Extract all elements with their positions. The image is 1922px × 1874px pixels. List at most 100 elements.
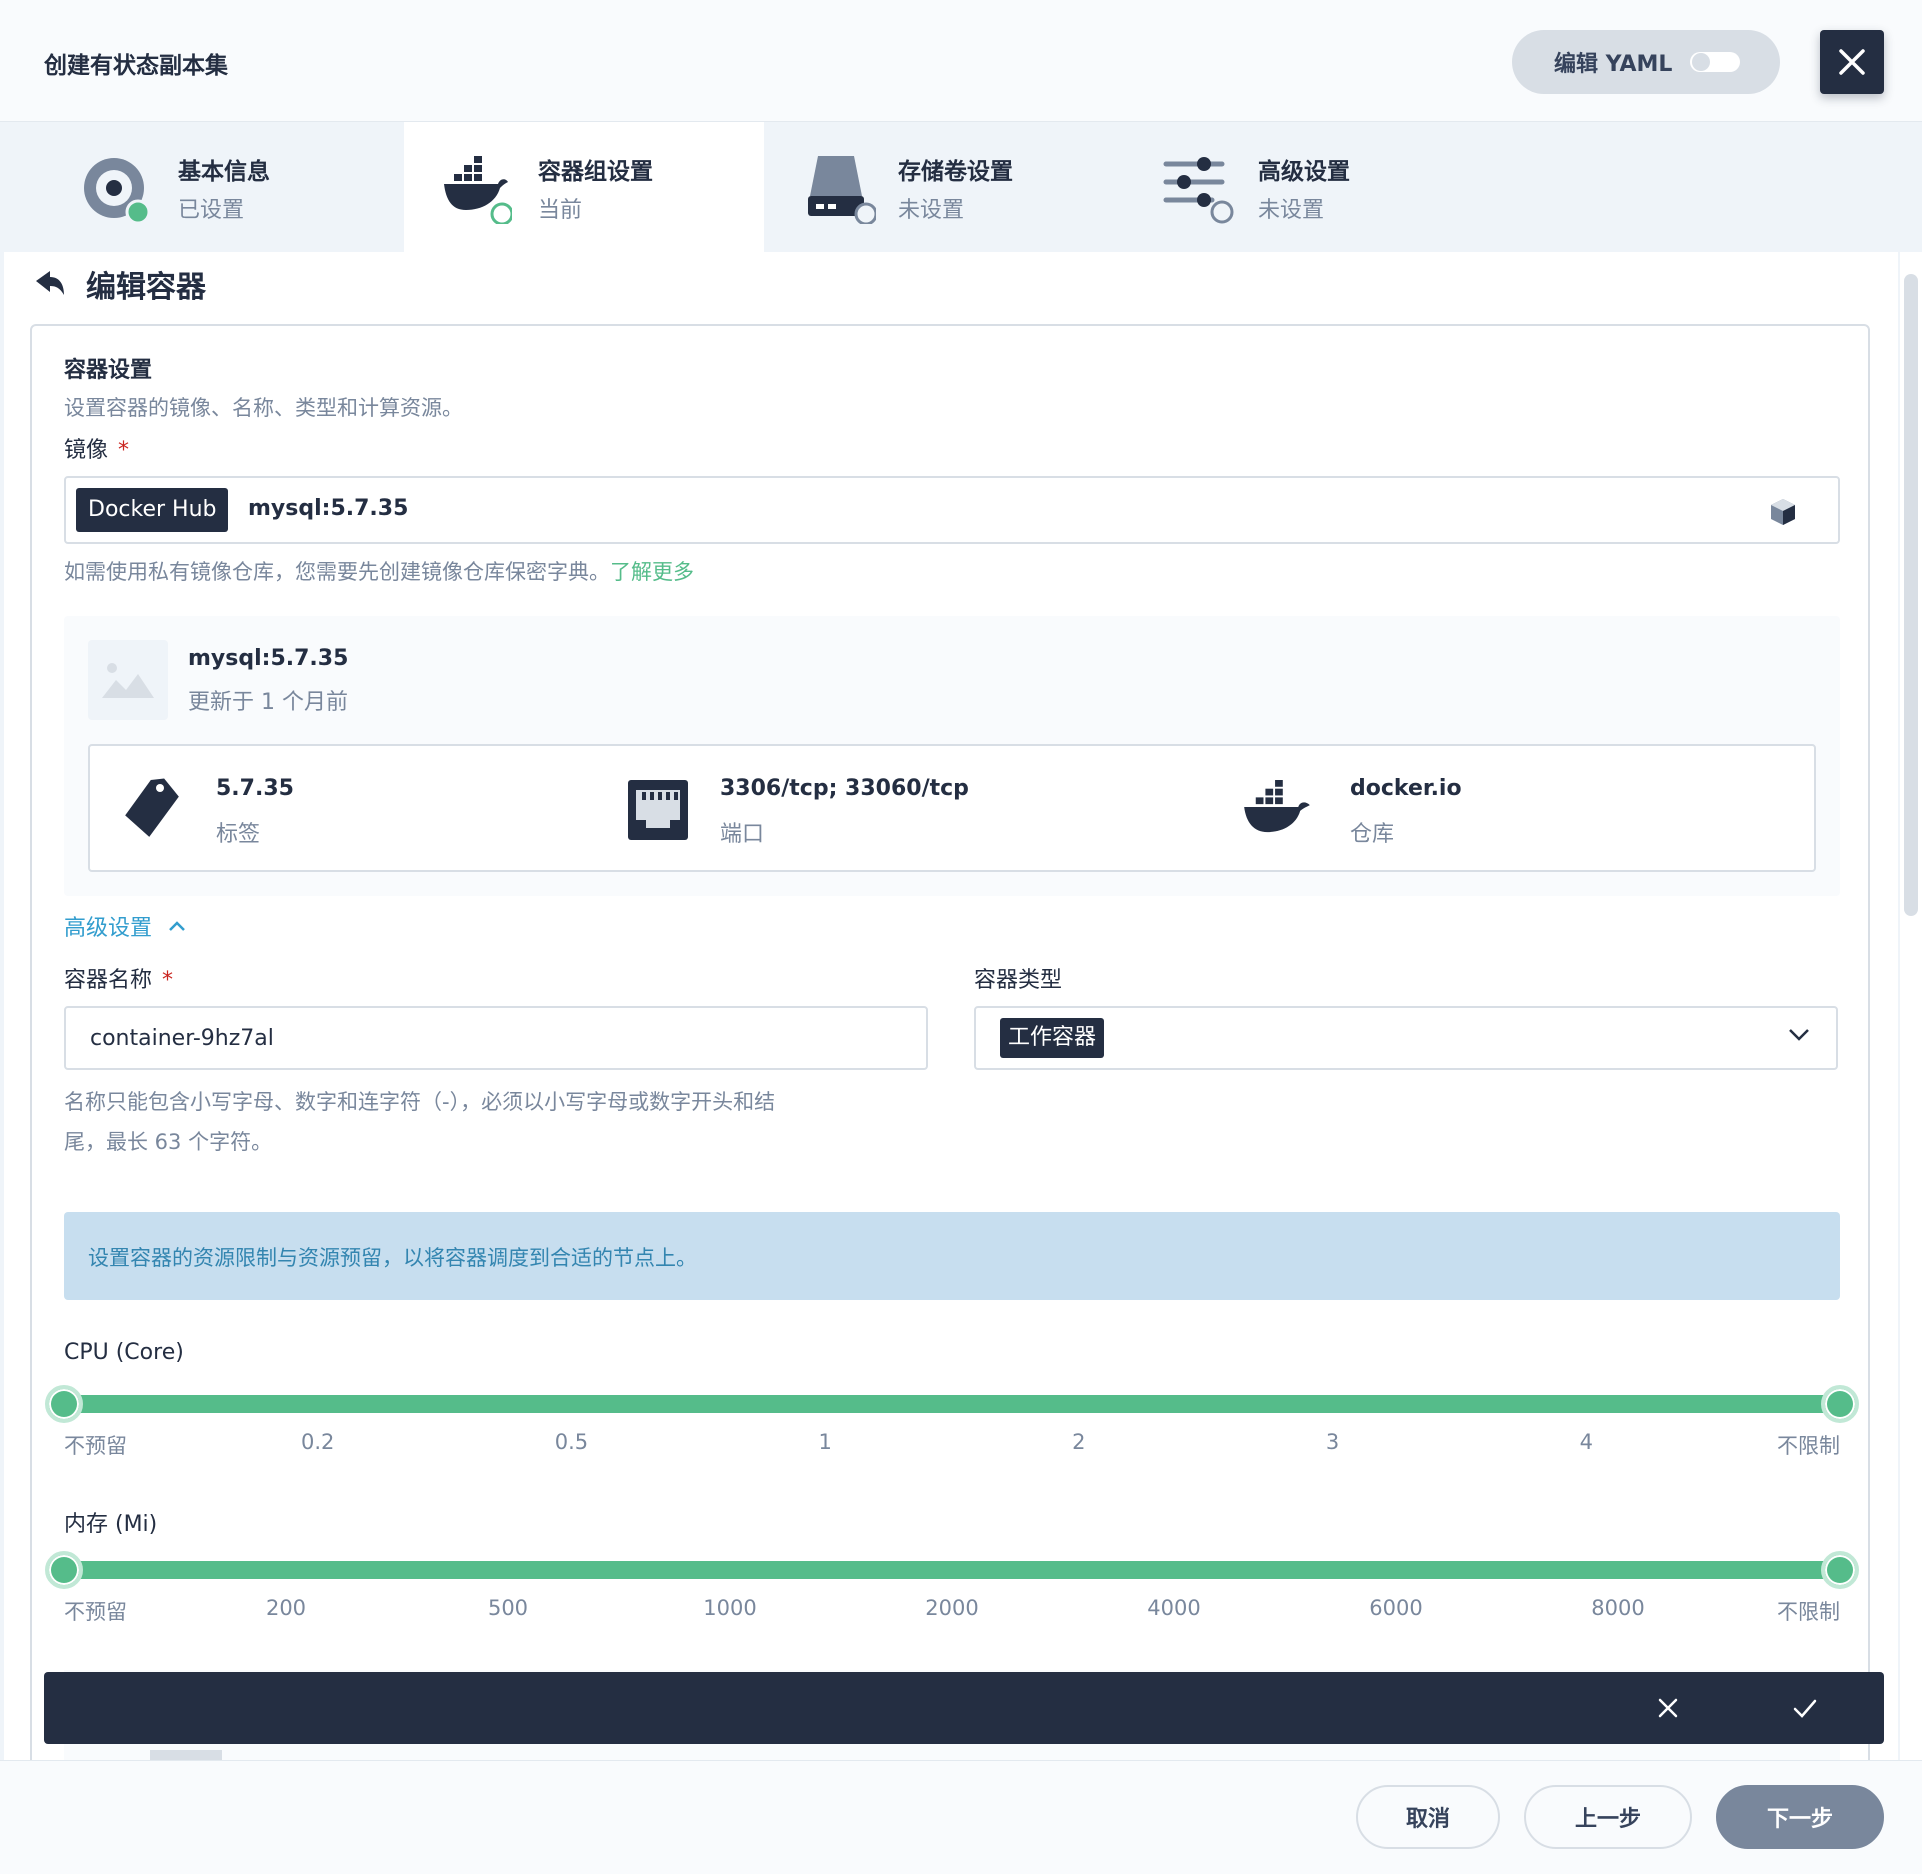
image-placeholder-icon [88, 640, 168, 720]
cpu-slider[interactable] [45, 1384, 1859, 1424]
tag-icon [125, 778, 179, 837]
container-type-value: 工作容器 [1000, 1018, 1105, 1058]
step-volume-settings[interactable]: 存储卷设置 未设置 [764, 122, 1124, 252]
required-mark: * [162, 968, 174, 993]
image-ports-info: 3306/tcp; 33060/tcp 端口 [590, 746, 1210, 870]
tag-label: 标签 [216, 822, 261, 847]
slider-tick-label: 不限制 [1777, 1600, 1840, 1624]
slider-tick-label: 4 [1579, 1430, 1593, 1454]
image-registry-info: docker.io 仓库 [1210, 746, 1810, 870]
slider-tick-label: 8000 [1591, 1596, 1645, 1620]
close-icon [1839, 49, 1865, 75]
confirm-check-icon[interactable] [1792, 1696, 1818, 1720]
slider-tick-label: 200 [265, 1596, 307, 1620]
image-metadata: 5.7.35 标签 3306/tcp; 33060/tcp 端口 docker.… [88, 744, 1816, 872]
advanced-settings-label: 高级设置 [64, 916, 153, 941]
step-basic-info[interactable]: 基本信息 已设置 [0, 122, 404, 252]
container-type-label: 容器类型 [974, 968, 1063, 993]
docker-icon [1244, 780, 1310, 833]
scrollbar-thumb[interactable] [1904, 274, 1918, 916]
step-pod-settings[interactable]: 容器组设置 当前 [404, 122, 764, 252]
cube-icon[interactable] [1770, 498, 1796, 526]
image-label-text: 镜像 [64, 438, 109, 463]
step-status: 未设置 [1258, 198, 1325, 223]
tag-value: 5.7.35 [216, 776, 294, 801]
slider-tick-label: 不限制 [1777, 1434, 1840, 1458]
memory-tick-labels: 不预留 200 500 1000 2000 4000 6000 8000 不限制 [64, 1596, 1840, 1626]
registry-label: 仓库 [1350, 822, 1395, 847]
slider-tick-label: 6000 [1369, 1596, 1423, 1620]
slider-tick-label: 4000 [1147, 1596, 1201, 1620]
step-status: 当前 [538, 198, 583, 223]
slider-tick-label: 1 [818, 1430, 832, 1454]
image-input[interactable]: Docker Hub mysql:5.7.35 [64, 476, 1840, 544]
chevron-down-icon [1789, 1029, 1809, 1041]
modal-header: 创建有状态副本集 编辑 YAML [0, 0, 1922, 122]
required-mark: * [118, 438, 130, 463]
image-value: mysql:5.7.35 [248, 496, 409, 521]
ethernet-port-icon [628, 780, 688, 840]
cpu-slider-low-handle[interactable] [45, 1385, 83, 1423]
container-edit-action-bar [44, 1672, 1884, 1744]
name-hint-line-2: 尾，最长 63 个字符。 [64, 1130, 273, 1154]
resource-info-banner: 设置容器的资源限制与资源预留，以将容器调度到合适的节点上。 [64, 1212, 1840, 1300]
advanced-settings-toggle[interactable]: 高级设置 [64, 910, 186, 942]
step-status: 已设置 [178, 198, 245, 223]
cpu-tick-labels: 不预留 0.2 0.5 1 2 3 4 不限制 [64, 1430, 1840, 1460]
slider-tick-label: 2000 [925, 1596, 979, 1620]
gear-disc-icon [84, 158, 150, 224]
image-name: mysql:5.7.35 [188, 646, 349, 671]
step-label: 高级设置 [1258, 159, 1350, 185]
modal-title: 创建有状态副本集 [44, 53, 228, 79]
memory-slider-high-handle[interactable] [1821, 1551, 1859, 1589]
cpu-label: CPU (Core) [64, 1340, 184, 1365]
container-type-select[interactable]: 工作容器 [974, 1006, 1838, 1070]
image-label: 镜像 * [64, 432, 129, 464]
memory-slider[interactable] [45, 1550, 1859, 1590]
back-row: 编辑容器 [34, 262, 206, 306]
step-status: 未设置 [898, 198, 965, 223]
slider-tick-label: 3 [1325, 1430, 1340, 1454]
edit-yaml-toggle-button[interactable]: 编辑 YAML [1512, 30, 1780, 94]
edit-yaml-label: 编辑 YAML [1554, 52, 1673, 77]
scrollbar[interactable] [1900, 252, 1922, 1760]
registry-value: docker.io [1350, 776, 1462, 801]
disk-drive-icon [808, 156, 876, 224]
container-name-input[interactable]: container-9hz7al [64, 1006, 928, 1070]
image-hint-text: 如需使用私有镜像仓库，您需要先创建镜像仓库保密字典。 [64, 560, 610, 584]
container-editor-panel: 编辑容器 容器设置 设置容器的镜像、名称、类型和计算资源。 镜像 * Docker… [4, 252, 1898, 1760]
learn-more-link[interactable]: 了解更多 [610, 560, 694, 584]
chevron-up-icon [169, 921, 185, 931]
yaml-switch-icon [1690, 52, 1740, 72]
memory-slider-track[interactable] [64, 1561, 1840, 1579]
cancel-edit-close-icon[interactable] [1656, 1696, 1680, 1720]
section-description: 设置容器的镜像、名称、类型和计算资源。 [64, 396, 463, 420]
cancel-button[interactable]: 取消 [1356, 1785, 1500, 1849]
step-tabs: 基本信息 已设置 容器组设置 当前 存储卷设置 未设置 高级设置 未设置 [0, 122, 1922, 252]
ports-label: 端口 [720, 822, 765, 847]
docker-icon [444, 156, 512, 224]
cpu-slider-high-handle[interactable] [1821, 1385, 1859, 1423]
name-hint-line-1: 名称只能包含小写字母、数字和连字符（-），必须以小写字母或数字开头和结 [64, 1090, 776, 1114]
slider-tick-label: 不预留 [64, 1434, 127, 1458]
cpu-slider-track[interactable] [64, 1395, 1840, 1413]
slider-tick-label: 2 [1072, 1430, 1086, 1454]
image-tag-info: 5.7.35 标签 [90, 746, 590, 870]
registry-tag[interactable]: Docker Hub [76, 488, 229, 532]
image-updated: 更新于 1 个月前 [188, 690, 348, 715]
slider-tick-label: 不预留 [64, 1600, 127, 1624]
slider-tick-label: 1000 [703, 1596, 757, 1620]
step-advanced-settings[interactable]: 高级设置 未设置 [1124, 122, 1484, 252]
memory-slider-low-handle[interactable] [45, 1551, 83, 1589]
previous-step-button[interactable]: 上一步 [1524, 1785, 1692, 1849]
image-hint: 如需使用私有镜像仓库，您需要先创建镜像仓库保密字典。了解更多 [64, 556, 694, 586]
step-label: 存储卷设置 [898, 159, 1013, 185]
next-step-button[interactable]: 下一步 [1716, 1785, 1884, 1849]
close-button[interactable] [1820, 30, 1884, 94]
ports-value: 3306/tcp; 33060/tcp [720, 776, 969, 801]
page-title: 编辑容器 [86, 270, 206, 305]
back-arrow-icon[interactable] [34, 269, 66, 299]
slider-tick-label: 0.2 [301, 1430, 335, 1454]
container-settings-card: 容器设置 设置容器的镜像、名称、类型和计算资源。 镜像 * Docker Hub … [30, 324, 1870, 1760]
container-name-label: 容器名称 * [64, 962, 173, 994]
